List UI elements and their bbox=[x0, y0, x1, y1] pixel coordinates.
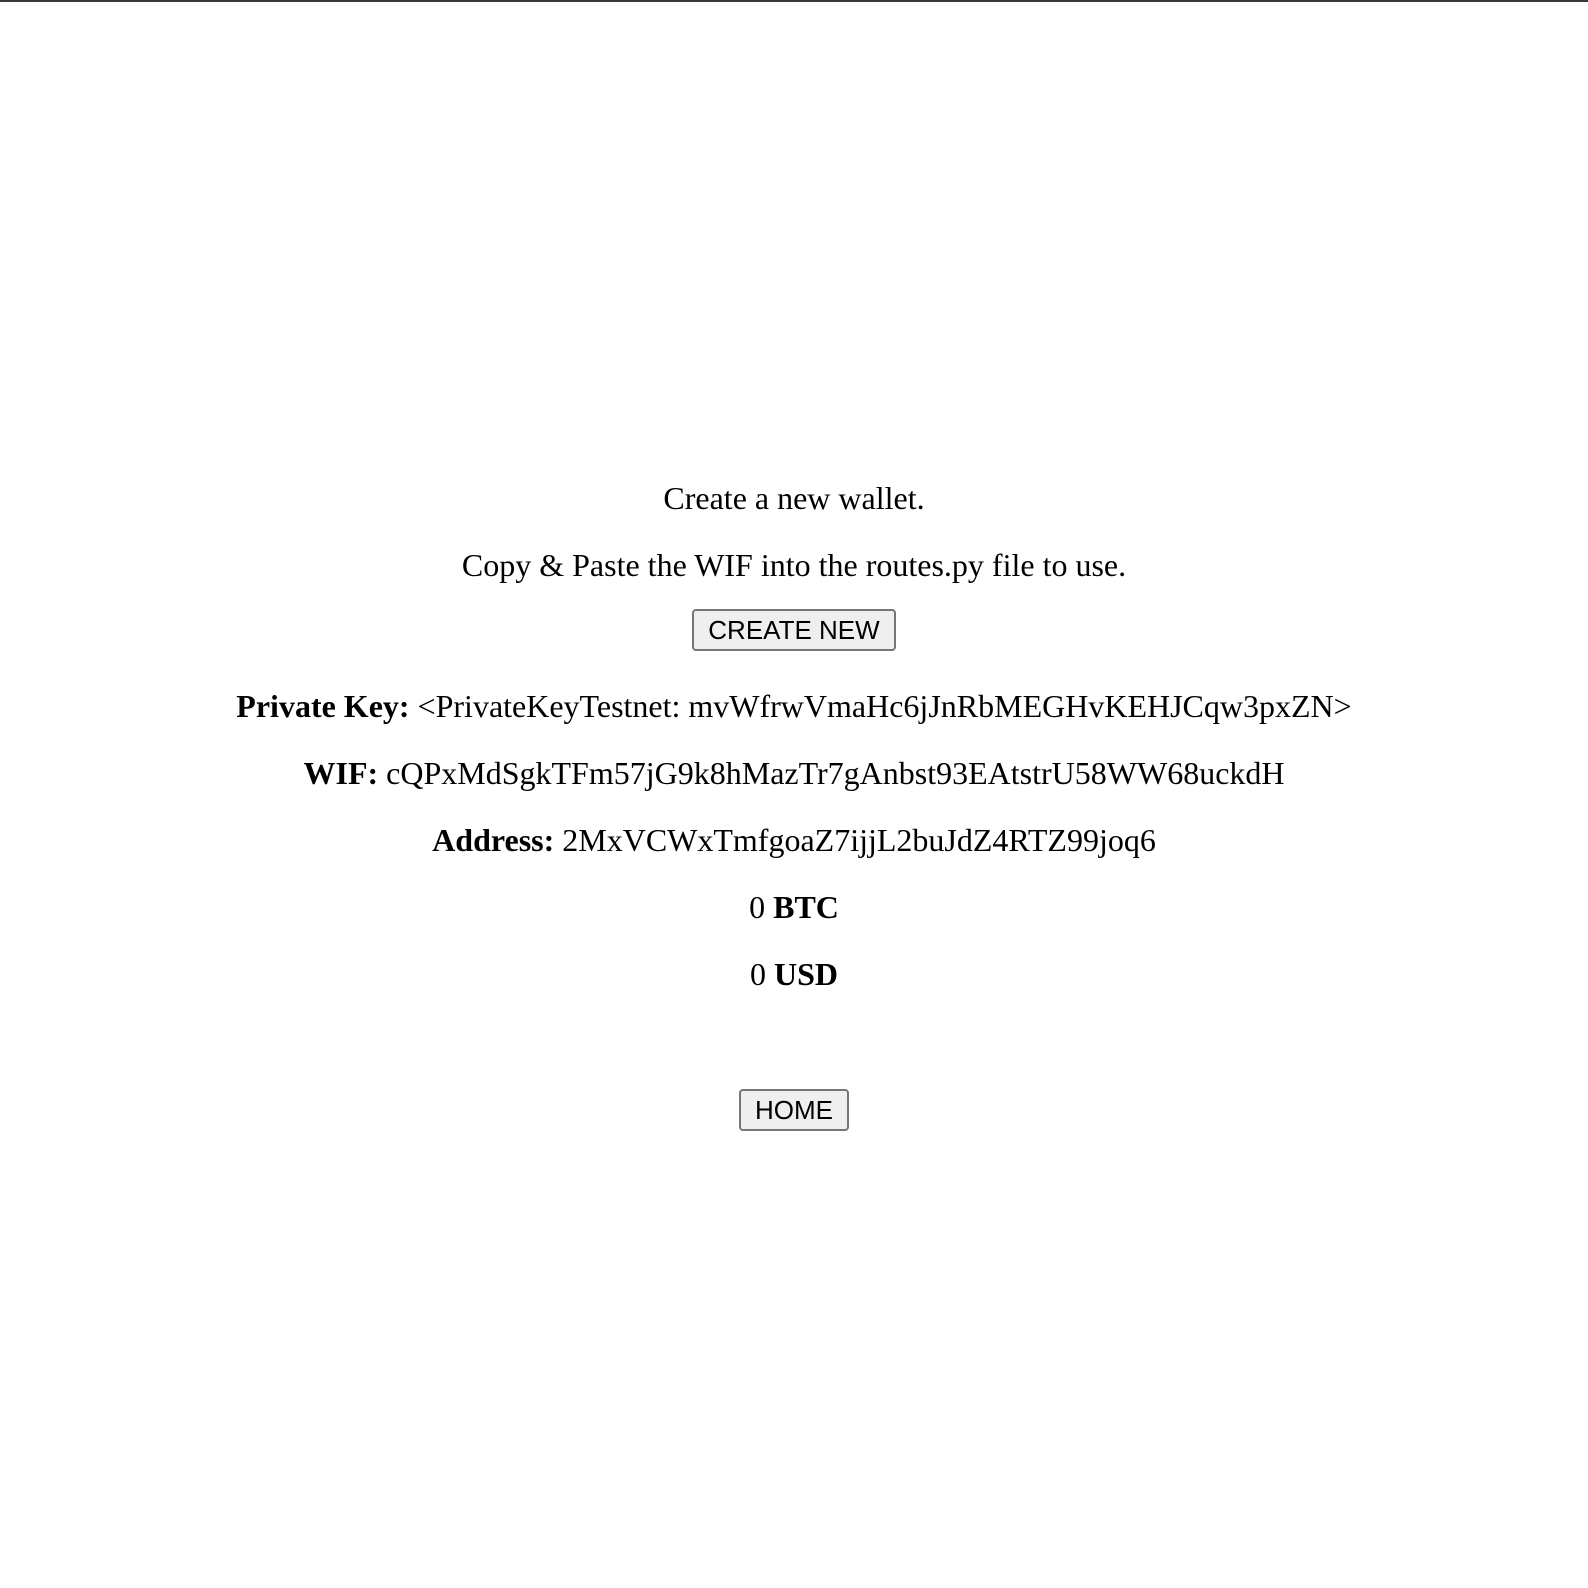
btc-amount: 0 bbox=[749, 889, 766, 925]
wif-value: cQPxMdSgkTFm57jG9k8hMazTr7gAnbst93EAtstr… bbox=[386, 755, 1285, 791]
address-label: Address: bbox=[432, 822, 555, 858]
instruction-label: Copy & Paste the WIF into the routes.py … bbox=[461, 547, 1127, 583]
private-key-label: Private Key: bbox=[236, 688, 410, 724]
btc-unit: BTC bbox=[773, 889, 839, 925]
wif-label: WIF: bbox=[303, 755, 379, 791]
usd-unit: USD bbox=[773, 956, 838, 992]
wallet-page: Create a new wallet. Copy & Paste the WI… bbox=[0, 0, 1588, 1588]
home-wrapper: HOME bbox=[0, 1089, 1588, 1131]
private-key-row: Private Key: <PrivateKeyTestnet: mvWfrwV… bbox=[0, 686, 1588, 726]
private-key-value: <PrivateKeyTestnet: mvWfrwVmaHc6jJnRbMEG… bbox=[417, 688, 1352, 724]
page-heading: Create a new wallet. bbox=[0, 478, 1588, 518]
address-row: Address: 2MxVCWxTmfgoaZ7ijjL2buJdZ4RTZ99… bbox=[0, 820, 1588, 860]
btc-balance-row: 0 BTC bbox=[0, 887, 1588, 927]
usd-amount: 0 bbox=[749, 956, 766, 992]
create-new-wrapper: CREATE NEW bbox=[0, 609, 1588, 651]
home-button[interactable]: HOME bbox=[739, 1089, 849, 1131]
heading-text: Create a new wallet. bbox=[663, 480, 925, 516]
wif-row: WIF: cQPxMdSgkTFm57jG9k8hMazTr7gAnbst93E… bbox=[0, 753, 1588, 793]
instruction-text: Copy & Paste the WIF into the routes.py … bbox=[0, 545, 1588, 585]
address-value: 2MxVCWxTmfgoaZ7ijjL2buJdZ4RTZ99joq6 bbox=[562, 822, 1156, 858]
usd-balance-row: 0 USD bbox=[0, 954, 1588, 994]
create-new-button[interactable]: CREATE NEW bbox=[692, 609, 896, 651]
